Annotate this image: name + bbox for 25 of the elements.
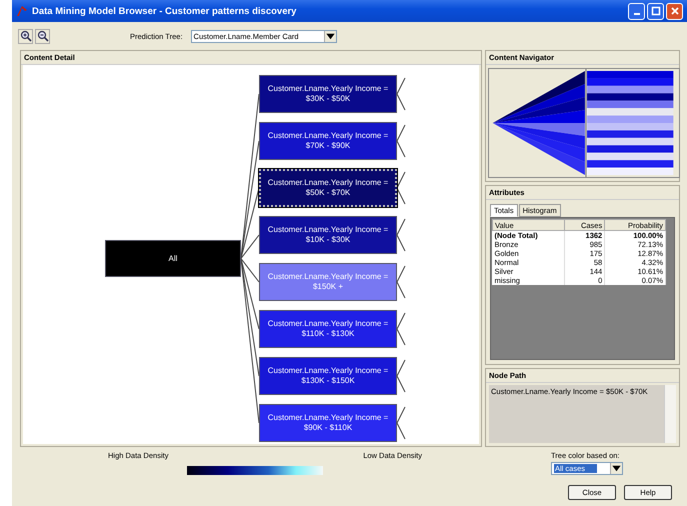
zoom-in-button[interactable] [18, 28, 33, 44]
zoom-out-button[interactable] [35, 28, 50, 44]
tree-node[interactable]: Customer.Lname.Yearly Income = $150K + [259, 263, 397, 301]
app-icon [16, 5, 28, 17]
tree-node[interactable]: Customer.Lname.Yearly Income = $110K - $130K [259, 310, 397, 348]
tree-node[interactable]: All [105, 240, 241, 277]
zoom-in-icon [20, 30, 32, 42]
tree-node[interactable]: Customer.Lname.Yearly Income = $70K - $90K [259, 122, 397, 160]
tree-node[interactable]: Customer.Lname.Yearly Income = $10K - $30K [259, 216, 397, 254]
maximize-icon [650, 6, 660, 16]
dropdown-arrow-icon [610, 463, 622, 474]
dropdown-arrow-icon [324, 30, 336, 42]
tree-node[interactable]: Customer.Lname.Yearly Income = $30K - $50K [259, 75, 397, 113]
tree-node[interactable]: Customer.Lname.Yearly Income = $90K - $110K [259, 404, 397, 442]
navigator-drawing[interactable] [488, 68, 680, 178]
tree-node[interactable]: Customer.Lname.Yearly Income = $130K - $150K [259, 357, 397, 395]
window-title: Data Mining Model Browser - Customer patterns discovery [32, 6, 298, 16]
zoom-out-icon [36, 30, 48, 42]
minimize-button[interactable] [628, 2, 645, 20]
close-button[interactable] [666, 2, 683, 20]
close-icon [670, 6, 680, 16]
tree-node[interactable]: Customer.Lname.Yearly Income = $50K - $70K [259, 169, 397, 207]
scrollbar[interactable] [664, 385, 676, 443]
minimize-icon [634, 12, 640, 14]
maximize-button[interactable] [647, 2, 664, 20]
